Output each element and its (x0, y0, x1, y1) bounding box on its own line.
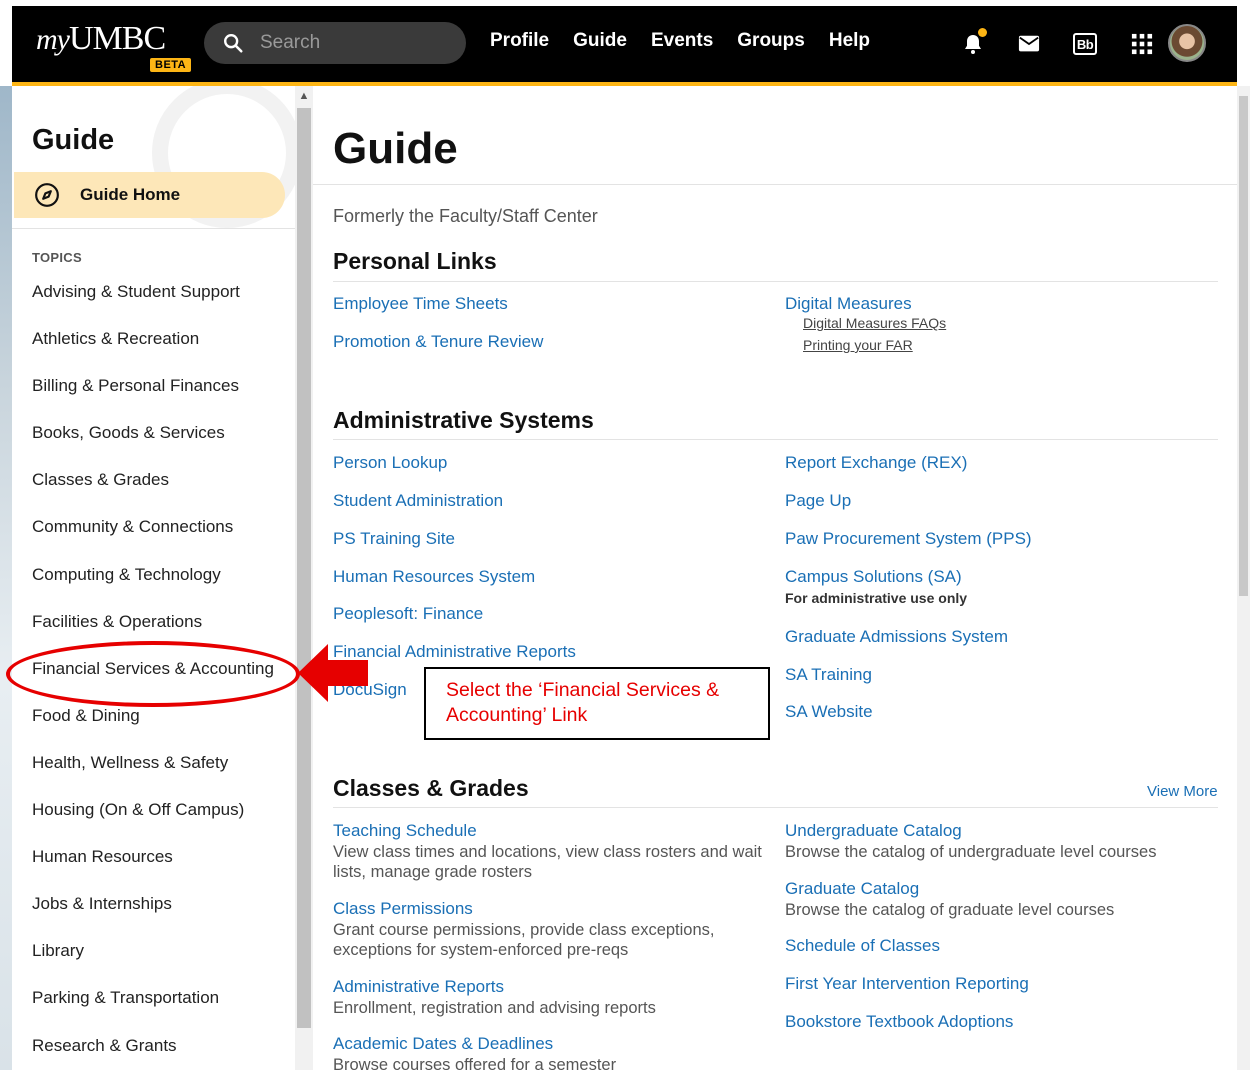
sidebar-item-health[interactable]: Health, Wellness & Safety (32, 753, 277, 800)
page-title: Guide (333, 124, 458, 173)
nav-help[interactable]: Help (829, 30, 870, 52)
desc-administrative-reports: Enrollment, registration and advising re… (333, 999, 656, 1017)
section-title-admin-systems: Administrative Systems (333, 407, 594, 433)
instruction-callout: Select the ‘Financial Services & Account… (424, 667, 770, 740)
link-digital-measures[interactable]: Digital Measures (785, 294, 912, 314)
link-graduate-admissions[interactable]: Graduate Admissions System (785, 627, 1008, 647)
sidebar-item-guide-home[interactable]: Guide Home (14, 172, 285, 218)
link-promotion-tenure[interactable]: Promotion & Tenure Review (333, 332, 543, 352)
avatar[interactable] (1168, 24, 1206, 62)
sidebar-item-food[interactable]: Food & Dining (32, 706, 277, 753)
guide-home-label: Guide Home (80, 185, 181, 204)
link-administrative-reports[interactable]: Administrative Reports (333, 977, 504, 997)
apps-grid-icon[interactable] (1128, 30, 1156, 58)
sidebar-scrollbar[interactable]: ▲ (295, 86, 313, 1070)
section-title-classes-grades: Classes & Grades (333, 775, 529, 801)
topics-heading: TOPICS (32, 250, 82, 265)
link-class-permissions[interactable]: Class Permissions (333, 899, 473, 919)
desc-undergraduate-catalog: Browse the catalog of undergraduate leve… (785, 843, 1157, 861)
link-ps-training-site[interactable]: PS Training Site (333, 529, 455, 549)
link-academic-dates[interactable]: Academic Dates & Deadlines (333, 1034, 553, 1054)
link-student-administration[interactable]: Student Administration (333, 491, 503, 511)
sidebar-item-books[interactable]: Books, Goods & Services (32, 423, 277, 470)
sidebar-item-classes[interactable]: Classes & Grades (32, 470, 277, 517)
sidebar-divider (12, 228, 295, 229)
section-title-personal-links: Personal Links (333, 248, 497, 274)
desc-teaching-schedule: View class times and locations, view cla… (333, 843, 762, 881)
desc-class-permissions: Grant course permissions, provide class … (333, 921, 715, 959)
view-more-link[interactable]: View More (1147, 783, 1218, 800)
link-employee-time-sheets[interactable]: Employee Time Sheets (333, 294, 508, 314)
sidebar-scroll-thumb[interactable] (297, 108, 311, 1028)
nav-guide[interactable]: Guide (573, 30, 627, 52)
main-nav: Profile Guide Events Groups Help (490, 30, 894, 52)
sidebar-item-facilities[interactable]: Facilities & Operations (32, 612, 277, 659)
sidebar-item-library[interactable]: Library (32, 941, 277, 988)
notification-dot (978, 28, 987, 37)
link-peoplesoft-finance[interactable]: Peoplesoft: Finance (333, 604, 483, 624)
pointer-arrow-icon (298, 644, 368, 702)
sidebar-item-computing[interactable]: Computing & Technology (32, 565, 277, 612)
top-navigation-bar: myUMBC BETA Profile Guide Events Groups … (12, 6, 1237, 82)
link-schedule-of-classes[interactable]: Schedule of Classes (785, 936, 940, 956)
sidebar-item-research[interactable]: Research & Grants (32, 1036, 277, 1070)
link-hr-system[interactable]: Human Resources System (333, 567, 535, 587)
link-bookstore-textbook[interactable]: Bookstore Textbook Adoptions (785, 1012, 1013, 1032)
section-divider (333, 281, 1218, 282)
page-subtitle: Formerly the Faculty/Staff Center (333, 206, 598, 226)
link-paw-procurement[interactable]: Paw Procurement System (PPS) (785, 529, 1032, 549)
topic-list: Advising & Student Support Athletics & R… (32, 282, 277, 1070)
sidebar-item-community[interactable]: Community & Connections (32, 517, 277, 564)
desc-academic-dates: Browse courses offered for a semester (333, 1056, 617, 1070)
link-teaching-schedule[interactable]: Teaching Schedule (333, 821, 477, 841)
sidebar-item-advising[interactable]: Advising & Student Support (32, 282, 277, 329)
sidebar-title: Guide (32, 124, 115, 156)
sidebar-item-human-resources[interactable]: Human Resources (32, 847, 277, 894)
link-graduate-catalog[interactable]: Graduate Catalog (785, 879, 919, 899)
blackboard-icon[interactable]: Bb (1071, 30, 1099, 58)
section-divider (333, 807, 1218, 808)
link-printing-far[interactable]: Printing your FAR (803, 337, 913, 353)
link-first-year-intervention[interactable]: First Year Intervention Reporting (785, 974, 1029, 994)
search-input[interactable] (260, 32, 440, 54)
link-campus-solutions[interactable]: Campus Solutions (SA) (785, 567, 962, 587)
desc-graduate-catalog: Browse the catalog of graduate level cou… (785, 901, 1115, 919)
sidebar-item-billing[interactable]: Billing & Personal Finances (32, 376, 277, 423)
sidebar-item-jobs[interactable]: Jobs & Internships (32, 894, 277, 941)
link-person-lookup[interactable]: Person Lookup (333, 453, 447, 473)
scroll-up-icon[interactable]: ▲ (295, 86, 313, 106)
campus-solutions-note: For administrative use only (785, 590, 968, 606)
link-page-up[interactable]: Page Up (785, 491, 851, 511)
background-edge (0, 86, 12, 1070)
sidebar-item-athletics[interactable]: Athletics & Recreation (32, 329, 277, 376)
sidebar-item-financial-services[interactable]: Financial Services & Accounting (32, 659, 277, 706)
sidebar: Guide Guide Home TOPICS Advising & Stude… (12, 86, 295, 1070)
sidebar-item-parking[interactable]: Parking & Transportation (32, 988, 277, 1035)
link-sa-website[interactable]: SA Website (785, 702, 873, 722)
section-divider (333, 439, 1218, 440)
beta-badge: BETA (150, 58, 192, 72)
mail-icon[interactable] (1015, 30, 1043, 58)
compass-icon (35, 183, 59, 207)
search-icon (224, 34, 243, 53)
link-digital-measures-faqs[interactable]: Digital Measures FAQs (803, 315, 946, 331)
link-undergraduate-catalog[interactable]: Undergraduate Catalog (785, 821, 962, 841)
nav-events[interactable]: Events (651, 30, 713, 52)
page-scrollbar[interactable] (1237, 86, 1250, 1070)
nav-groups[interactable]: Groups (737, 30, 805, 52)
page-scroll-thumb[interactable] (1239, 96, 1248, 596)
nav-profile[interactable]: Profile (490, 30, 549, 52)
search-box[interactable] (204, 22, 466, 64)
main-content: Guide Formerly the Faculty/Staff Center … (313, 86, 1237, 1070)
link-sa-training[interactable]: SA Training (785, 665, 872, 685)
title-divider (313, 184, 1237, 185)
bell-icon[interactable] (959, 28, 987, 58)
sidebar-item-housing[interactable]: Housing (On & Off Campus) (32, 800, 277, 847)
link-report-exchange[interactable]: Report Exchange (REX) (785, 453, 967, 473)
myumbc-logo[interactable]: myUMBC (36, 20, 166, 58)
